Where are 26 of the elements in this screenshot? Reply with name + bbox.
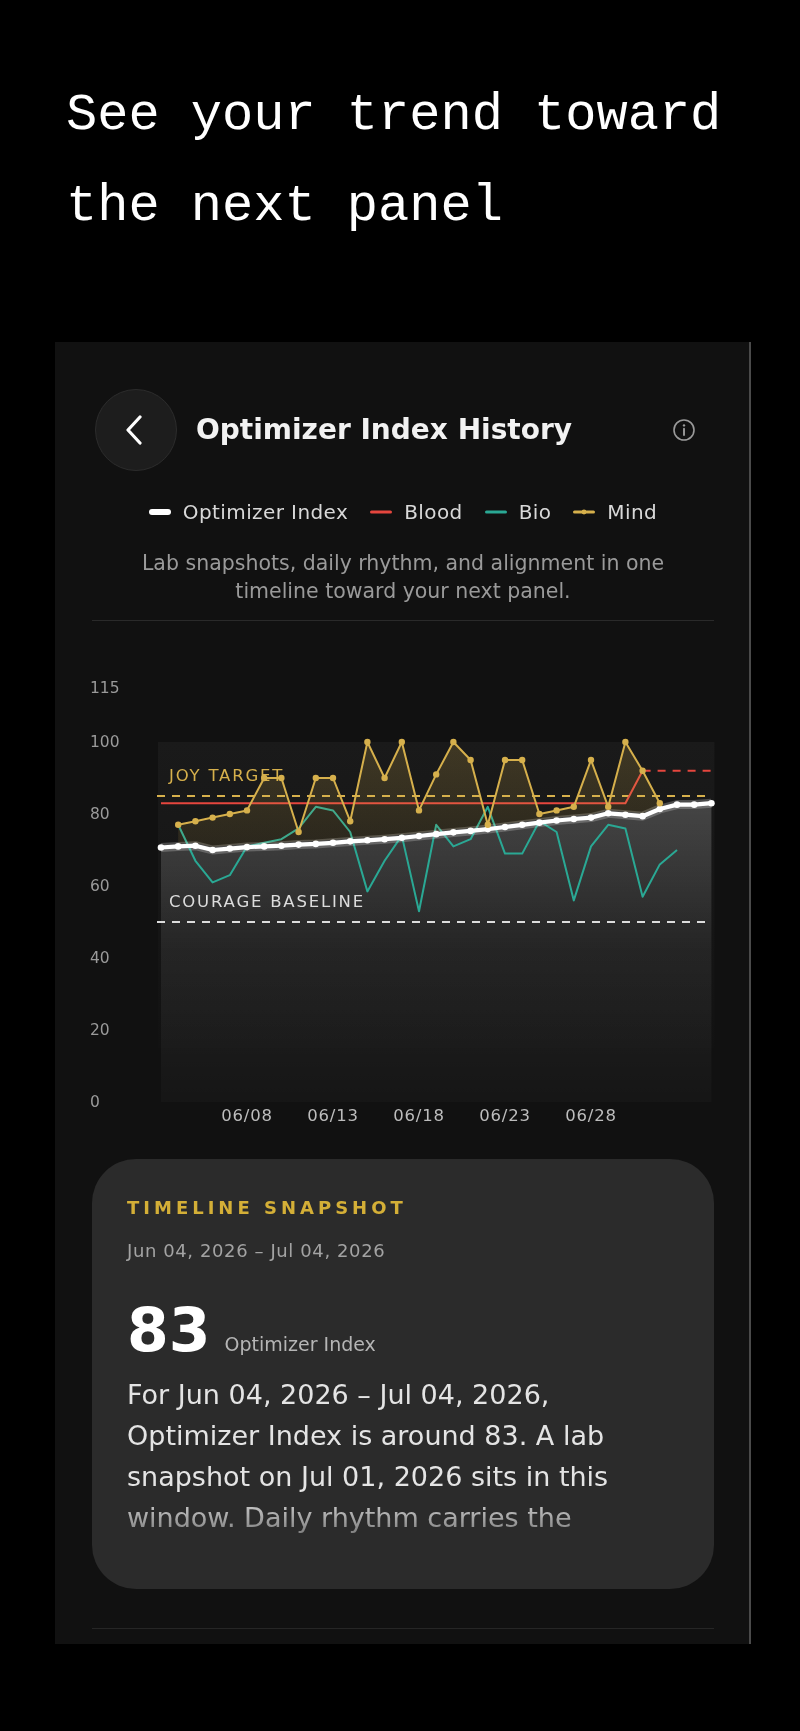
y-axis-label: 20 [90,1021,110,1039]
reference-label: COURAGE BASELINE [169,892,365,911]
y-axis-label: 60 [90,877,110,895]
reference-label: JOY TARGET [169,766,285,785]
x-axis-label: 06/28 [565,1106,617,1125]
y-axis-label: 0 [90,1093,100,1111]
y-axis-label: 115 [90,679,120,697]
legend-label: Bio [518,501,552,523]
summary-text: For Jun 04, 2026 – Jul 04, 2026, Optimizer Index is around 83. A lab snapshot on Jul 01, 2026 sits in this window. Daily rhythm carries the [127,1378,610,1535]
screen-title: Optimizer Index History [196,412,573,448]
y-axis-label: 80 [90,805,110,823]
card-heading: TIMELINE SNAPSHOT [127,1196,408,1220]
y-axis-label: 40 [90,949,110,967]
x-axis-label: 06/23 [479,1106,531,1125]
legend-label: Mind [607,501,658,523]
headline: See your trend toward the next panel [65,85,723,238]
chart-description: Lab snapshots, daily rhythm, and alignment in one timeline toward your next panel. [140,550,666,605]
date-range: Jun 04, 2026 – Jul 04, 2026 [127,1241,387,1261]
y-axis-label: 100 [90,733,120,751]
x-axis-label: 06/08 [221,1106,273,1125]
x-axis-label: 06/18 [393,1106,445,1125]
index-value-label: Optimizer Index [224,1333,376,1355]
legend-label: Optimizer Index [182,501,349,523]
index-value: 83 [127,1300,211,1360]
legend-label: Blood [404,501,463,523]
x-axis-label: 06/13 [307,1106,359,1125]
